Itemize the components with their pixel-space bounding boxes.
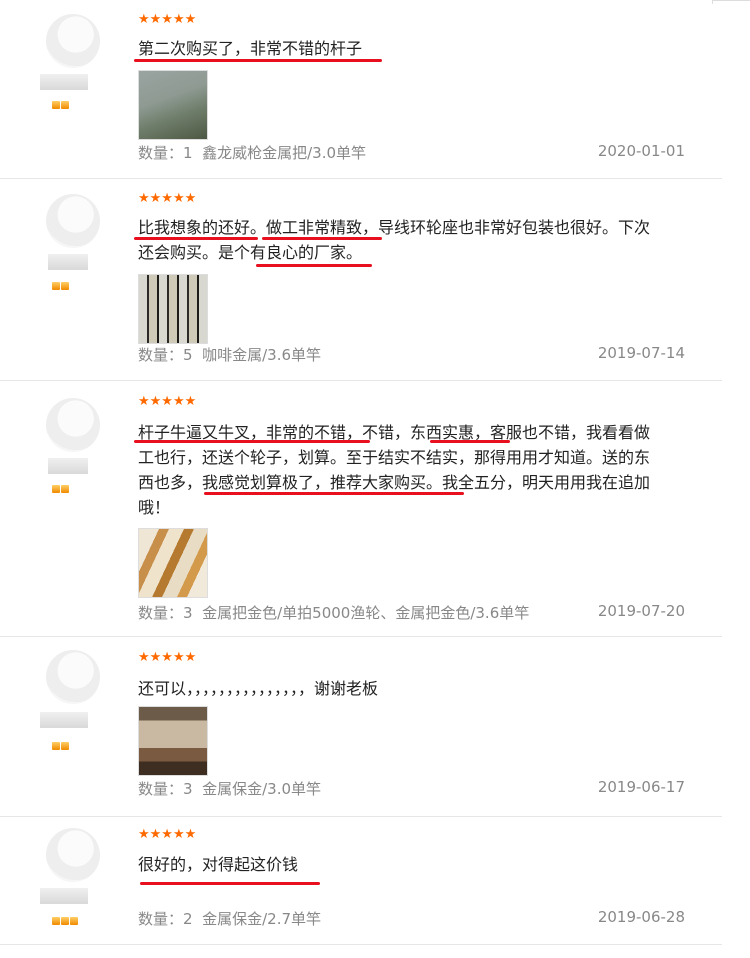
review-date: 2019-07-20 bbox=[597, 602, 685, 620]
product-spec: 金属保金/2.7单竿 bbox=[202, 910, 322, 928]
rating-stars: ★★★★★ bbox=[138, 394, 197, 409]
review-text-line: 哦！ bbox=[138, 498, 171, 517]
red-underline-annotation bbox=[256, 264, 372, 267]
review-text-line: 很好的，对得起这价钱 bbox=[138, 855, 299, 874]
purchase-info: 数量：1 鑫龙威枪金属把/3.0单竿 bbox=[138, 142, 366, 163]
review-item: ★★★★★ 第二次购买了，非常不错的杆子 数量：1 鑫龙威枪金属把/3.0单竿 … bbox=[0, 0, 722, 179]
review-text-line: 第二次购买了，非常不错的杆子 bbox=[138, 39, 363, 58]
reviewer-level-badge bbox=[52, 917, 78, 925]
review-photo-thumbnail[interactable] bbox=[138, 706, 208, 776]
review-text: 比我想象的还好。做工非常精致，导线环轮座也非常好包装也很好。下次 还会购买。是个… bbox=[138, 215, 708, 265]
quantity-value: 3 bbox=[183, 780, 193, 798]
review-photo-thumbnail[interactable] bbox=[138, 70, 208, 140]
rating-stars: ★★★★★ bbox=[138, 650, 197, 665]
avatar[interactable] bbox=[46, 398, 100, 452]
review-text: 杆子牛逼又牛叉，非常的不错，不错，东西实惠，客服也不错，我看看做 工也行，还送个… bbox=[138, 420, 708, 520]
rating-stars: ★★★★★ bbox=[138, 12, 197, 27]
red-underline-annotation bbox=[134, 237, 258, 240]
quantity-value: 5 bbox=[183, 346, 193, 364]
review-text: 很好的，对得起这价钱 bbox=[138, 852, 708, 877]
review-date: 2019-06-17 bbox=[597, 778, 685, 796]
quantity-label: 数量： bbox=[138, 144, 184, 162]
reviewer-level-badge bbox=[52, 282, 69, 290]
reviewer-level-badge bbox=[52, 101, 69, 109]
quantity-value: 2 bbox=[183, 910, 193, 928]
review-date: 2019-06-28 bbox=[597, 908, 685, 926]
review-text-line: 工也行，还送个轮子，划算。至于结实不结实，那得用用才知道。送的东 bbox=[138, 448, 651, 467]
avatar[interactable] bbox=[46, 650, 100, 704]
review-photo-thumbnail[interactable] bbox=[138, 274, 208, 344]
quantity-label: 数量： bbox=[138, 604, 184, 622]
avatar[interactable] bbox=[46, 828, 100, 882]
review-text-line: 还会购买。是个有良心的厂家。 bbox=[138, 243, 363, 262]
purchase-info: 数量：3 金属把金色/单拍5000渔轮、金属把金色/3.6单竿 bbox=[138, 602, 529, 623]
review-item: ★★★★★ 还可以，，，，，，，，，，，，，，，谢谢老板 数量：3 金属保金/3… bbox=[0, 636, 722, 817]
red-underline-annotation bbox=[140, 882, 320, 885]
review-photo-thumbnail[interactable] bbox=[138, 528, 208, 598]
rating-stars: ★★★★★ bbox=[138, 827, 197, 842]
review-text-line: 还可以，，，，，，，，，，，，，，，谢谢老板 bbox=[138, 679, 379, 698]
purchase-info: 数量：5 咖啡金属/3.6单竿 bbox=[138, 344, 321, 365]
reviewer-nickname-blurred bbox=[48, 254, 88, 270]
red-underline-annotation bbox=[262, 237, 382, 240]
product-spec: 金属把金色/单拍5000渔轮、金属把金色/3.6单竿 bbox=[202, 604, 530, 622]
product-spec: 金属保金/3.0单竿 bbox=[202, 780, 322, 798]
review-date: 2019-07-14 bbox=[597, 344, 685, 362]
product-spec: 咖啡金属/3.6单竿 bbox=[202, 346, 322, 364]
reviewer-level-badge bbox=[52, 742, 69, 750]
reviewer-nickname-blurred bbox=[40, 888, 88, 904]
rating-stars: ★★★★★ bbox=[138, 191, 197, 206]
review-text: 还可以，，，，，，，，，，，，，，，谢谢老板 bbox=[138, 676, 708, 701]
avatar[interactable] bbox=[46, 194, 100, 248]
review-item: ★★★★★ 杆子牛逼又牛叉，非常的不错，不错，东西实惠，客服也不错，我看看做 工… bbox=[0, 380, 722, 637]
avatar[interactable] bbox=[46, 14, 100, 68]
red-underline-annotation bbox=[430, 440, 510, 443]
review-date: 2020-01-01 bbox=[597, 142, 685, 160]
quantity-value: 3 bbox=[183, 604, 193, 622]
product-spec: 鑫龙威枪金属把/3.0单竿 bbox=[202, 144, 367, 162]
quantity-label: 数量： bbox=[138, 780, 184, 798]
review-item: ★★★★★ 很好的，对得起这价钱 数量：2 金属保金/2.7单竿 2019-06… bbox=[0, 816, 722, 945]
reviewer-nickname-blurred bbox=[40, 712, 88, 728]
quantity-value: 1 bbox=[183, 144, 193, 162]
quantity-label: 数量： bbox=[138, 346, 184, 364]
red-underline-annotation bbox=[134, 59, 382, 62]
reviewer-nickname-blurred bbox=[48, 458, 88, 474]
red-underline-annotation bbox=[134, 440, 370, 443]
purchase-info: 数量：3 金属保金/3.0单竿 bbox=[138, 778, 321, 799]
reviewer-level-badge bbox=[52, 485, 69, 493]
reviewer-nickname-blurred bbox=[40, 74, 88, 90]
purchase-info: 数量：2 金属保金/2.7单竿 bbox=[138, 908, 321, 929]
quantity-label: 数量： bbox=[138, 910, 184, 928]
red-underline-annotation bbox=[204, 492, 464, 495]
review-text: 第二次购买了，非常不错的杆子 bbox=[138, 36, 708, 61]
review-item: ★★★★★ 比我想象的还好。做工非常精致，导线环轮座也非常好包装也很好。下次 还… bbox=[0, 178, 722, 381]
